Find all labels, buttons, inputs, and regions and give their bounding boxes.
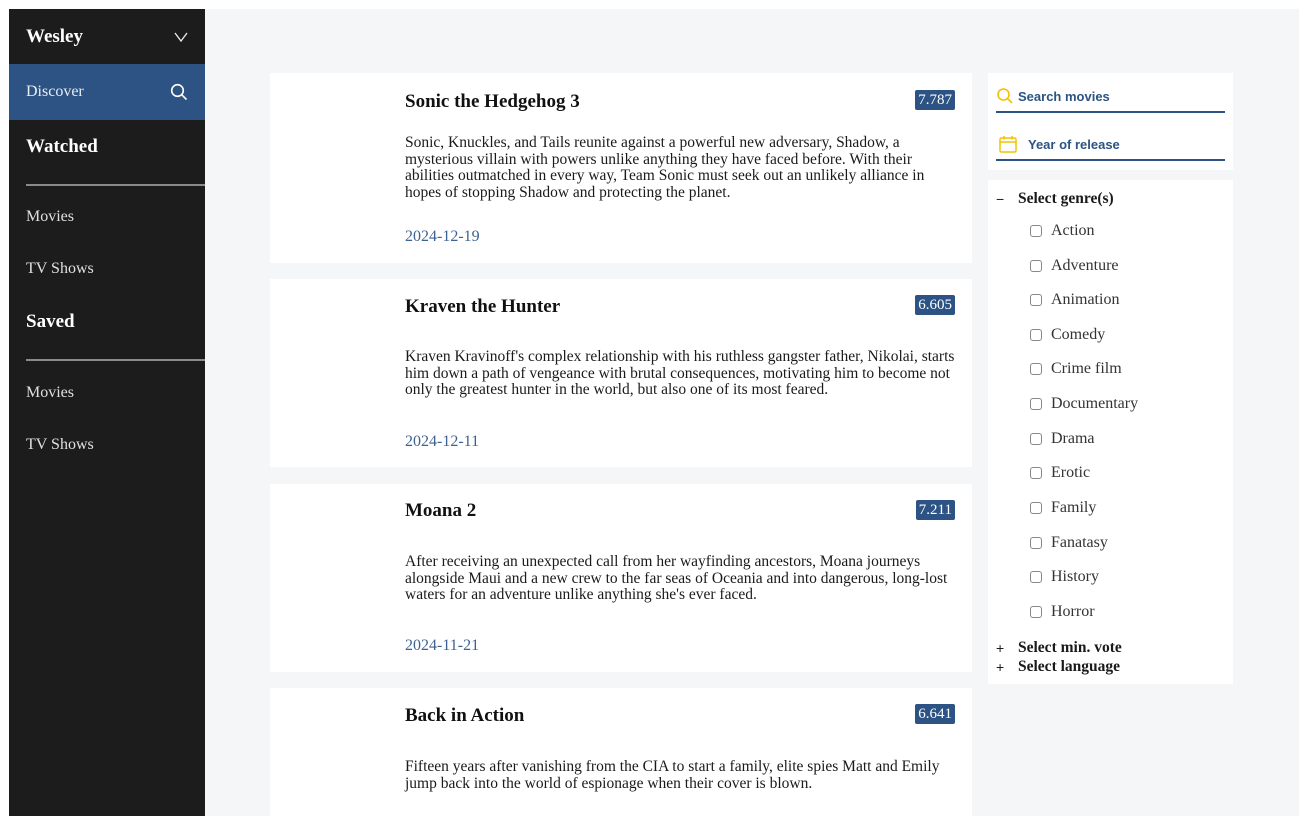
language-heading: Select language — [1018, 658, 1121, 675]
genre-option[interactable]: Family — [1030, 499, 1096, 517]
genre-label: Drama — [1051, 430, 1095, 447]
genre-accordion-toggle[interactable]: − Select genre(s) — [996, 190, 1114, 208]
plus-icon: + — [996, 640, 1005, 656]
genre-label: Comedy — [1051, 326, 1106, 343]
checkbox[interactable] — [1030, 398, 1042, 410]
genre-label: Documentary — [1051, 395, 1139, 412]
movie-card[interactable]: Kraven the Hunter 6.605 Kraven Kravinoff… — [270, 279, 972, 467]
vote-badge: 7.211 — [915, 500, 955, 520]
checkbox[interactable] — [1030, 606, 1042, 618]
checkbox[interactable] — [1030, 260, 1042, 272]
movie-overview: Sonic, Knuckles, and Tails reunite again… — [405, 134, 925, 201]
search-icon — [997, 88, 1013, 104]
plus-icon: + — [996, 659, 1005, 675]
genre-option[interactable]: Crime film — [1030, 360, 1122, 378]
vote-badge: 6.605 — [915, 295, 955, 315]
app-frame: Wesley Discover Watched Movies TV Shows … — [9, 9, 1299, 816]
release-date: 2024-12-19 — [405, 228, 480, 245]
genre-label: Erotic — [1051, 464, 1091, 481]
checkbox[interactable] — [1030, 225, 1042, 237]
min-vote-heading: Select min. vote — [1018, 639, 1122, 656]
genre-option[interactable]: Drama — [1030, 430, 1095, 448]
movie-title[interactable]: Kraven the Hunter — [405, 296, 560, 318]
movie-card[interactable]: Back in Action 6.641 Fifteen years after… — [270, 688, 972, 816]
checkbox[interactable] — [1030, 329, 1042, 341]
search-input[interactable]: Search movies — [996, 81, 1225, 113]
watched-divider — [26, 184, 205, 186]
search-label: Search movies — [1018, 88, 1110, 104]
genre-label: Horror — [1051, 603, 1095, 620]
genre-label: Family — [1051, 499, 1097, 516]
genre-label: Crime film — [1051, 360, 1122, 377]
language-accordion-toggle[interactable]: + Select language — [996, 658, 1120, 676]
sidebar-item-saved-movies[interactable]: Movies — [9, 384, 74, 402]
sidebar: Wesley Discover Watched Movies TV Shows … — [9, 9, 205, 816]
search-filter-panel: Search movies Year of release — [988, 73, 1233, 170]
movie-overview: After receiving an unexpected call from … — [405, 553, 948, 603]
saved-divider — [26, 359, 205, 361]
checkbox[interactable] — [1030, 502, 1042, 514]
user-menu[interactable]: Wesley — [9, 9, 205, 64]
year-label: Year of release — [1028, 136, 1120, 152]
genre-option[interactable]: Action — [1030, 222, 1095, 240]
chevron-down-icon[interactable] — [174, 30, 188, 44]
movie-card[interactable]: Moana 2 7.211 After receiving an unexpec… — [270, 484, 972, 672]
calendar-icon — [999, 136, 1017, 153]
genre-filter-panel: − Select genre(s) Action Adventure Anima… — [988, 180, 1233, 684]
genre-label: Action — [1051, 222, 1095, 239]
movie-title[interactable]: Moana 2 — [405, 500, 476, 522]
vote-badge: 7.787 — [915, 90, 955, 110]
genre-label: Adventure — [1051, 257, 1119, 274]
movie-overview: Fifteen years after vanishing from the C… — [405, 758, 940, 792]
checkbox[interactable] — [1030, 294, 1042, 306]
vote-badge: 6.641 — [915, 704, 955, 724]
checkbox[interactable] — [1030, 363, 1042, 375]
sidebar-item-watched-movies[interactable]: Movies — [9, 208, 74, 226]
sidebar-item-saved-tv-shows[interactable]: TV Shows — [9, 436, 94, 454]
checkbox[interactable] — [1030, 537, 1042, 549]
checkbox[interactable] — [1030, 571, 1042, 583]
movie-overview: Kraven Kravinoff's complex relationship … — [405, 348, 955, 398]
minus-icon: − — [996, 191, 1005, 207]
genre-option[interactable]: Documentary — [1030, 395, 1138, 413]
genre-option[interactable]: Adventure — [1030, 257, 1119, 275]
sidebar-item-watched-tv-shows[interactable]: TV Shows — [9, 260, 94, 278]
discover-label: Discover — [26, 83, 84, 100]
min-vote-accordion-toggle[interactable]: + Select min. vote — [996, 639, 1122, 657]
genre-label: Fanatasy — [1051, 534, 1108, 551]
genre-label: History — [1051, 568, 1099, 585]
saved-heading: Saved — [26, 311, 75, 332]
sidebar-item-discover[interactable]: Discover — [9, 64, 205, 120]
user-name: Wesley — [26, 25, 83, 47]
genre-option[interactable]: History — [1030, 568, 1099, 586]
release-date: 2024-11-21 — [405, 637, 480, 654]
checkbox[interactable] — [1030, 467, 1042, 479]
movie-title[interactable]: Back in Action — [405, 705, 524, 727]
genre-option[interactable]: Horror — [1030, 603, 1095, 621]
genre-option[interactable]: Fanatasy — [1030, 534, 1108, 552]
checkbox[interactable] — [1030, 433, 1042, 445]
release-date: 2024-12-11 — [405, 433, 480, 450]
genre-heading: Select genre(s) — [1018, 190, 1114, 207]
genre-option[interactable]: Erotic — [1030, 464, 1090, 482]
genre-option[interactable]: Comedy — [1030, 326, 1105, 344]
movie-title[interactable]: Sonic the Hedgehog 3 — [405, 91, 580, 113]
year-input[interactable]: Year of release — [996, 129, 1225, 161]
watched-heading: Watched — [26, 136, 98, 157]
movie-card[interactable]: Sonic the Hedgehog 3 7.787 Sonic, Knuckl… — [270, 73, 972, 263]
genre-option[interactable]: Animation — [1030, 291, 1119, 309]
genre-label: Animation — [1051, 291, 1120, 308]
search-icon — [170, 83, 188, 101]
